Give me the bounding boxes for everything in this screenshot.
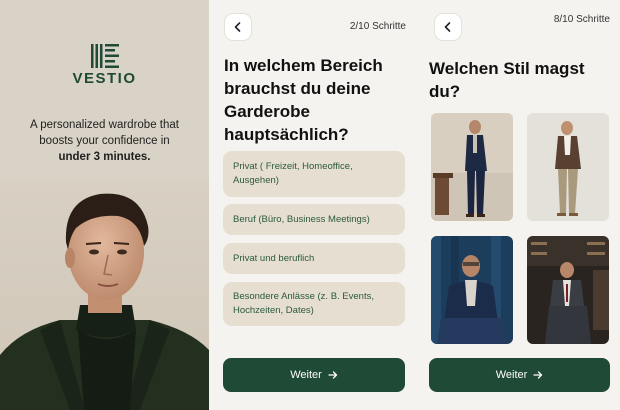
step-indicator: 8/10 Schritte — [553, 14, 610, 25]
option-work[interactable]: Beruf (Büro, Business Meetings) — [223, 204, 405, 235]
tagline: A personalized wardrobe that boosts your… — [16, 117, 193, 165]
question-title: Welchen Stil magst du? — [429, 59, 585, 101]
tagline-text: A personalized wardrobe that boosts your… — [30, 119, 179, 147]
back-button[interactable] — [434, 13, 462, 41]
option-label: Besondere Anlässe (z. B. Events, Hochzei… — [233, 291, 374, 316]
vestio-logo-icon — [91, 44, 119, 68]
option-private[interactable]: Privat ( Freizeit, Homeoffice, Ausgehen) — [223, 151, 405, 197]
tagline-bold: under 3 minutes. — [58, 151, 151, 163]
option-label: Privat und beruflich — [233, 252, 315, 264]
next-button[interactable]: Weiter — [429, 358, 610, 392]
chevron-left-icon — [234, 22, 241, 32]
hero-portrait-image — [0, 180, 209, 410]
option-special-occasions[interactable]: Besondere Anlässe (z. B. Events, Hochzei… — [223, 282, 405, 326]
style-option-navy-suit[interactable] — [431, 113, 513, 221]
welcome-screen: VESTIO A personalized wardrobe that boos… — [0, 0, 209, 410]
style-photo — [527, 113, 609, 221]
next-button-label: Weiter — [495, 369, 528, 381]
chevron-left-icon — [444, 22, 451, 32]
brand-name: VESTIO — [72, 70, 137, 87]
arrow-right-icon — [328, 371, 337, 379]
usage-question-screen: 2/10 Schritte In welchem Bereich brauchs… — [209, 0, 419, 410]
style-photo — [431, 113, 513, 221]
option-label: Beruf (Büro, Business Meetings) — [233, 213, 370, 225]
arrow-right-icon — [533, 371, 543, 379]
back-button[interactable] — [224, 13, 252, 41]
style-option-grey-suit[interactable] — [527, 236, 609, 344]
style-photo — [431, 236, 513, 344]
style-question-screen: 8/10 Schritte Welchen Stil magst du? Wei… — [419, 0, 620, 410]
step-indicator: 2/10 Schritte — [349, 21, 406, 32]
next-button[interactable]: Weiter — [223, 358, 405, 392]
question-title: In welchem Bereich brauchst du deine Gar… — [224, 56, 383, 144]
style-option-brown-blazer[interactable] — [527, 113, 609, 221]
next-button-label: Weiter — [290, 369, 322, 381]
style-photo — [527, 236, 609, 344]
option-label: Privat ( Freizeit, Homeoffice, Ausgehen) — [233, 161, 353, 186]
style-option-navy-casual[interactable] — [431, 236, 513, 344]
option-private-and-work[interactable]: Privat und beruflich — [223, 243, 405, 274]
